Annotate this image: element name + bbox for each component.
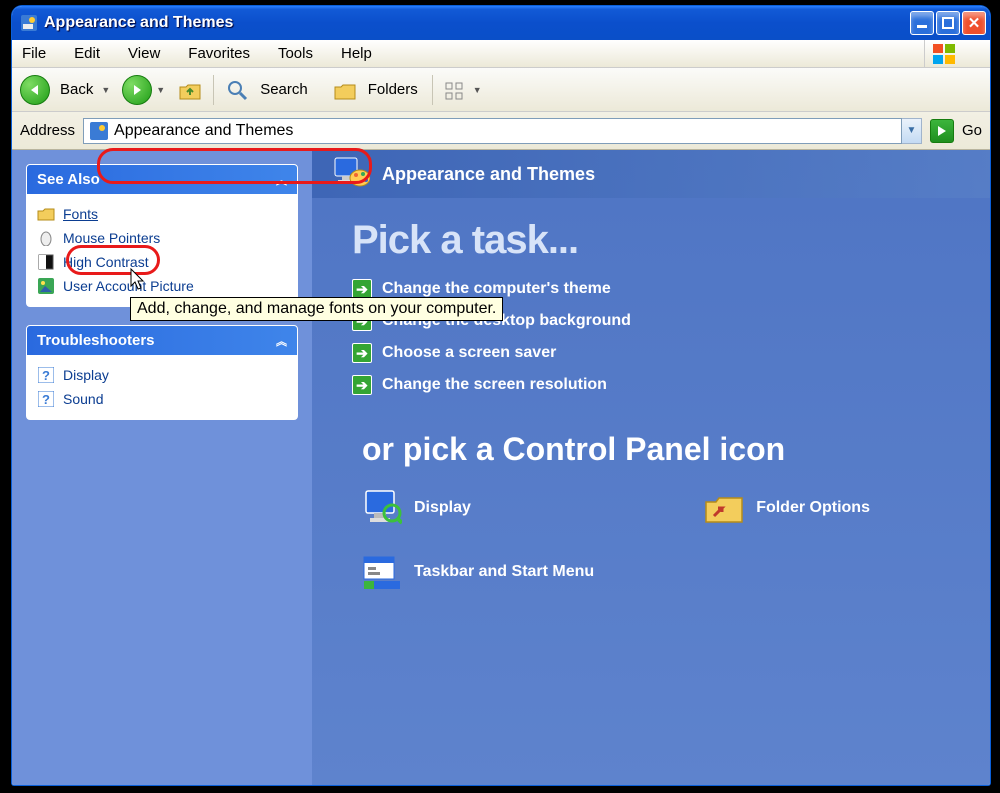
sidebar-item-high-contrast[interactable]: High Contrast — [37, 250, 287, 274]
folders-label[interactable]: Folders — [368, 81, 418, 98]
address-label: Address — [20, 122, 75, 139]
window-title: Appearance and Themes — [44, 14, 908, 32]
search-icon[interactable] — [224, 77, 250, 103]
taskbar-icon — [362, 552, 402, 592]
menu-edit[interactable]: Edit — [74, 45, 100, 62]
task-screen-saver[interactable]: ➔Choose a screen saver — [352, 337, 990, 369]
address-dropdown-icon[interactable]: ▼ — [902, 118, 922, 144]
sidebar-item-sound[interactable]: ? Sound — [37, 387, 287, 411]
display-icon — [362, 488, 402, 528]
views-icon[interactable] — [443, 77, 469, 103]
collapse-icon: ︽ — [276, 333, 287, 349]
folder-icon — [37, 205, 55, 223]
arrow-icon: ➔ — [352, 375, 372, 395]
folder-options-icon — [704, 488, 744, 528]
menu-favorites[interactable]: Favorites — [188, 45, 250, 62]
contrast-icon — [37, 253, 55, 271]
views-dropdown-icon[interactable]: ▼ — [473, 85, 482, 95]
maximize-button[interactable] — [936, 11, 960, 35]
help-icon: ? — [37, 366, 55, 384]
up-folder-icon[interactable] — [177, 77, 203, 103]
see-also-panel: See Also ︽ Fonts Mouse Pointers High Con… — [26, 164, 298, 307]
appearance-icon — [328, 156, 370, 192]
menu-file[interactable]: File — [22, 45, 46, 62]
pick-task-heading: Pick a task... — [312, 198, 990, 263]
see-also-header[interactable]: See Also ︽ — [27, 165, 297, 194]
minimize-button[interactable] — [910, 11, 934, 35]
sidebar: See Also ︽ Fonts Mouse Pointers High Con… — [12, 150, 312, 785]
folders-icon[interactable] — [332, 77, 358, 103]
go-label: Go — [962, 122, 982, 139]
address-bar: Address Appearance and Themes ▼ Go — [12, 112, 990, 150]
menu-view[interactable]: View — [128, 45, 160, 62]
sidebar-item-display[interactable]: ? Display — [37, 363, 287, 387]
arrow-icon: ➔ — [352, 343, 372, 363]
go-button[interactable] — [930, 119, 954, 143]
svg-text:?: ? — [42, 368, 50, 383]
close-button[interactable]: ✕ — [962, 11, 986, 35]
sidebar-item-fonts[interactable]: Fonts — [37, 202, 287, 226]
menu-bar: File Edit View Favorites Tools Help — [12, 40, 990, 68]
troubleshooters-header[interactable]: Troubleshooters ︽ — [27, 326, 297, 355]
window-icon — [20, 14, 38, 32]
mouse-icon — [37, 229, 55, 247]
address-input[interactable]: Appearance and Themes — [83, 118, 902, 144]
address-value: Appearance and Themes — [114, 122, 293, 140]
sidebar-item-mouse-pointers[interactable]: Mouse Pointers — [37, 226, 287, 250]
search-label[interactable]: Search — [260, 81, 308, 98]
forward-dropdown-icon[interactable]: ▼ — [156, 85, 165, 95]
menu-help[interactable]: Help — [341, 45, 372, 62]
cp-icon-display[interactable]: Display — [362, 488, 594, 528]
cp-icon-taskbar[interactable]: Taskbar and Start Menu — [362, 552, 594, 592]
arrow-icon: ➔ — [352, 279, 372, 299]
title-bar: Appearance and Themes ✕ — [12, 6, 990, 40]
back-button[interactable] — [20, 75, 50, 105]
cp-icon-folder-options[interactable]: Folder Options — [704, 488, 870, 528]
sidebar-item-user-account-picture[interactable]: User Account Picture — [37, 274, 287, 298]
menu-tools[interactable]: Tools — [278, 45, 313, 62]
task-resolution[interactable]: ➔Change the screen resolution — [352, 369, 990, 401]
troubleshooters-panel: Troubleshooters ︽ ? Display ? Sound — [26, 325, 298, 420]
windows-flag-icon — [924, 40, 962, 68]
collapse-icon: ︽ — [276, 172, 287, 188]
category-header: Appearance and Themes — [312, 150, 990, 198]
svg-text:?: ? — [42, 392, 50, 407]
help-icon: ? — [37, 390, 55, 408]
back-label: Back — [60, 81, 93, 98]
back-dropdown-icon[interactable]: ▼ — [101, 85, 110, 95]
main-content: Appearance and Themes Pick a task... ➔Ch… — [312, 150, 990, 785]
toolbar: Back ▼ ▼ Search Folders ▼ — [12, 68, 990, 112]
tooltip: Add, change, and manage fonts on your co… — [130, 297, 503, 321]
picture-icon — [37, 277, 55, 295]
or-pick-heading: or pick a Control Panel icon — [362, 431, 990, 468]
forward-button[interactable] — [122, 75, 152, 105]
